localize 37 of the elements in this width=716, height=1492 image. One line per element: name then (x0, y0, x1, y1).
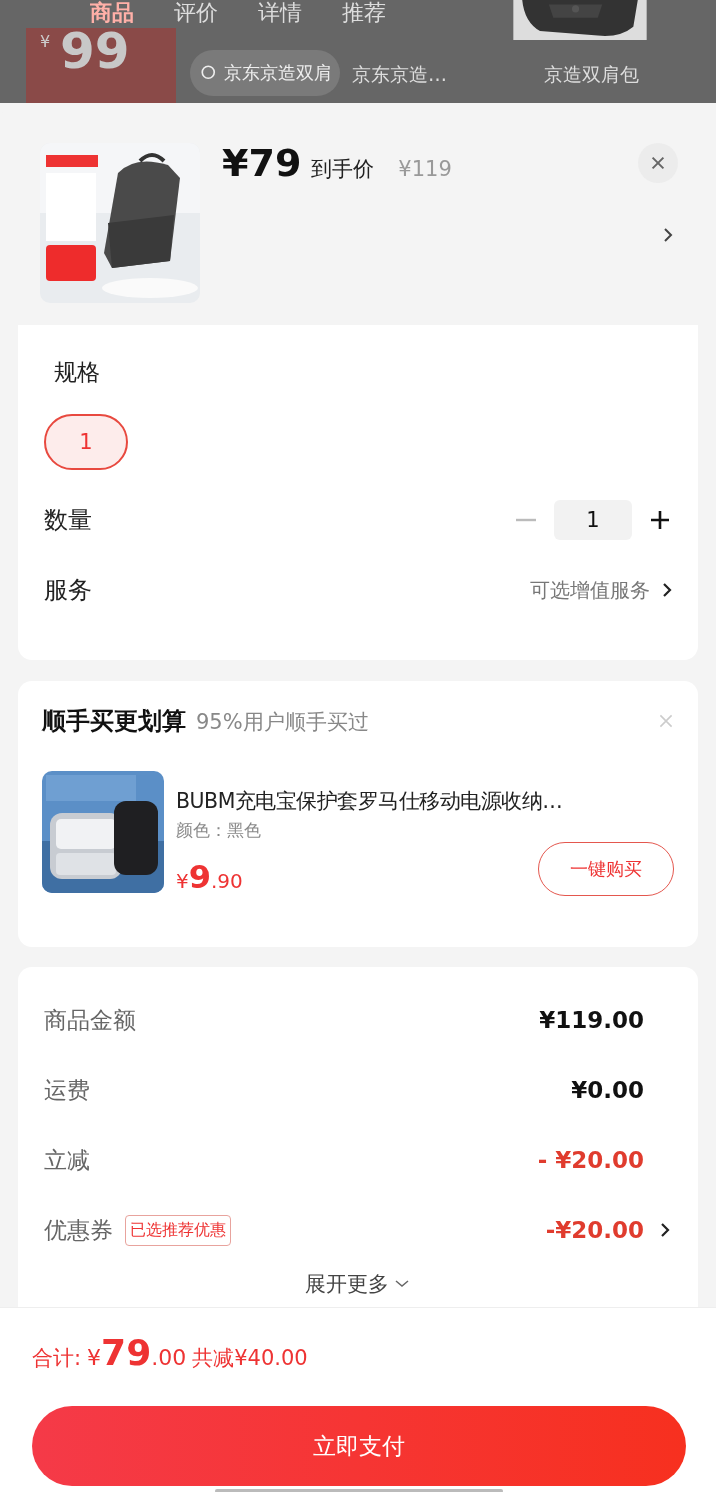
product-price: ¥9.90 (176, 858, 243, 896)
summary-value: ¥119.00 (539, 1007, 644, 1033)
section-title: 顺手买更划算 (42, 706, 186, 737)
tab[interactable]: 推荐 (342, 2, 386, 24)
suggestion-chip[interactable]: 京东京造… (352, 62, 447, 88)
price-badge: ¥ 99 (26, 28, 176, 103)
spec-option[interactable]: 1 (44, 414, 128, 470)
price-label: 到手价 (311, 156, 375, 183)
search-field[interactable]: 京东京造双肩 (190, 50, 340, 96)
product-name[interactable]: BUBM充电宝保护套罗马仕移动电源收纳… (176, 787, 674, 815)
product-attribute: 颜色：黑色 (176, 819, 262, 842)
expand-more-link[interactable]: 展开更多 (299, 1269, 415, 1299)
summary-label: 立减 (44, 1145, 90, 1175)
discount-total: 共减¥40.00 (192, 1345, 308, 1372)
summary-value: -¥20.00 (545, 1217, 644, 1243)
service-label: 服务 (44, 575, 92, 606)
summary-value: - ¥20.00 (537, 1147, 644, 1173)
price: ¥79 (222, 141, 302, 185)
quantity-field[interactable]: 1 (554, 500, 632, 540)
original-price: ¥119 (398, 157, 452, 181)
quantity-label: 数量 (44, 505, 92, 536)
buy-button[interactable]: 一键购买 (538, 842, 674, 896)
total-label: 合计: (32, 1345, 82, 1372)
coupon-tag: 已选推荐优惠 (125, 1214, 231, 1246)
pay-button[interactable]: 立即支付 (32, 1406, 686, 1486)
summary-value: ¥0.00 (571, 1077, 644, 1103)
tab[interactable]: 商品 (90, 2, 134, 24)
tab[interactable]: 详情 (258, 2, 302, 24)
tab[interactable]: 评价 (174, 2, 218, 24)
summary-label: 优惠券 (44, 1215, 113, 1245)
section-subtitle: 95%用户顺手买过 (196, 709, 369, 736)
suggestion-chip[interactable]: 京造双肩包 (544, 62, 639, 88)
section-title: 规格 (54, 358, 101, 387)
summary-label: 商品金额 (44, 1005, 136, 1035)
total-price: ¥79.00 (87, 1332, 187, 1373)
service-link[interactable]: 可选增值服务 (530, 576, 650, 604)
summary-label: 运费 (44, 1075, 90, 1105)
